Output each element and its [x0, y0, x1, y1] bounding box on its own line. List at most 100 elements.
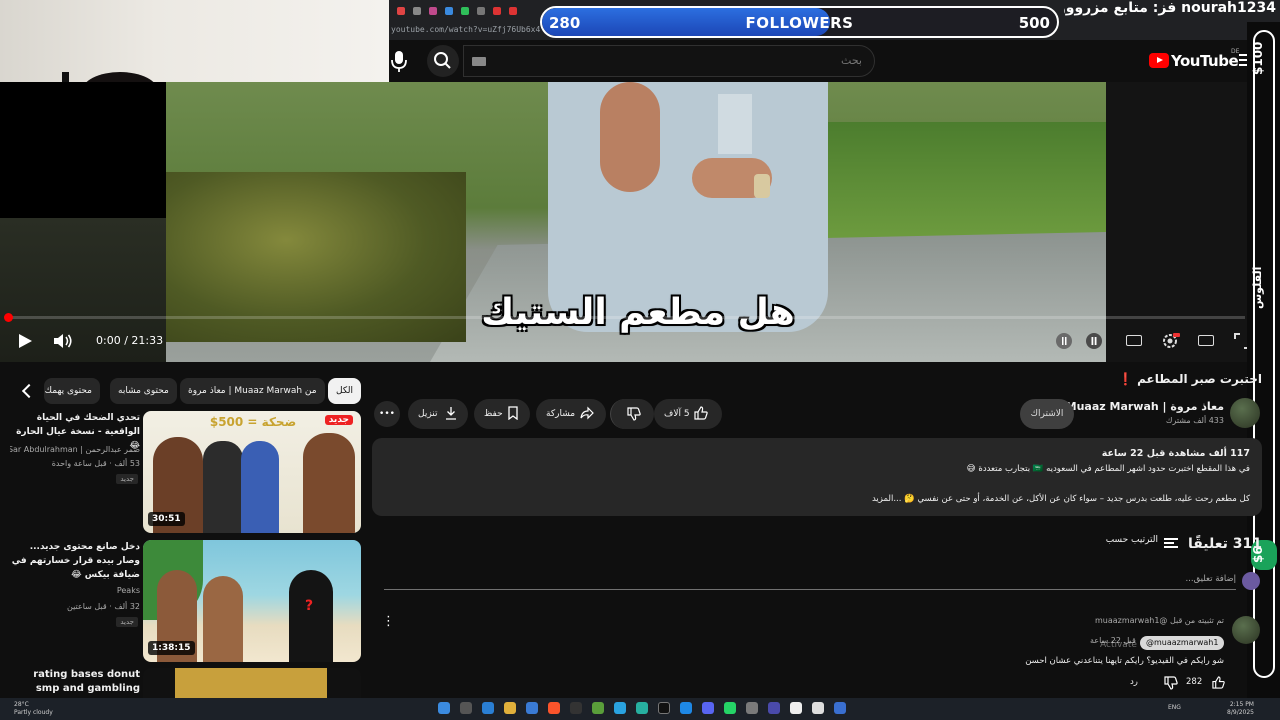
dislike-button[interactable]	[610, 399, 654, 429]
keyboard-icon[interactable]	[472, 57, 486, 66]
comment-like-button[interactable]: 282	[1186, 676, 1226, 690]
tab-favicon[interactable]	[509, 7, 517, 15]
search-button[interactable]	[427, 45, 459, 77]
search-icon[interactable]	[460, 702, 472, 714]
new-badge: جديد	[116, 617, 138, 627]
chip-related[interactable]: محتوى مشابه	[110, 378, 177, 404]
video-description[interactable]: 117 ألف مشاهدة قبل 22 ساعة في هذا المقطع…	[372, 438, 1262, 516]
new-badge: جديد	[116, 474, 138, 484]
store-icon[interactable]	[526, 702, 538, 714]
app-icon[interactable]	[680, 702, 692, 714]
thumbnail-person	[241, 441, 279, 533]
video-player[interactable]: هل مطعم الستيك 0:00 / 21:33	[0, 82, 1247, 362]
tab-favicon[interactable]	[461, 7, 469, 15]
channel-name[interactable]: صمر عبدالرحمن | Sar Abdulrahman	[10, 445, 140, 454]
save-button[interactable]: حفظ	[474, 399, 530, 429]
donation-goal-amount: $100	[1251, 41, 1265, 75]
edge-icon[interactable]	[482, 702, 494, 714]
thumbnail-person	[203, 576, 243, 662]
like-count: 5 آلاف	[664, 409, 690, 419]
subscribe-button[interactable]: الاشتراك	[1020, 399, 1074, 429]
share-button[interactable]: مشاركة	[536, 399, 606, 429]
thumbs-down-icon	[627, 407, 641, 421]
thumbs-down-icon[interactable]	[1164, 676, 1178, 690]
video-duration: 30:51	[148, 512, 185, 526]
tab-favicon[interactable]	[429, 7, 437, 15]
tab-favicon[interactable]	[477, 7, 485, 15]
comment-author-avatar[interactable]	[1232, 616, 1260, 644]
pause-icon[interactable]	[1084, 331, 1104, 351]
minecraft-icon[interactable]	[592, 702, 604, 714]
file-explorer-icon[interactable]	[504, 702, 516, 714]
progress-bar[interactable]	[4, 313, 1245, 322]
google-icon[interactable]	[812, 702, 824, 714]
weather-widget[interactable]: 28°C Partly cloudy	[14, 701, 53, 717]
bookmark-icon	[508, 406, 518, 420]
followers-goal: 500	[1018, 14, 1050, 32]
autoplay-toggle-icon[interactable]	[1054, 331, 1074, 351]
tab-favicon[interactable]	[413, 7, 421, 15]
fullscreen-icon[interactable]	[1232, 331, 1247, 351]
search-icon	[434, 52, 451, 69]
tab-favicon[interactable]	[397, 7, 405, 15]
followers-goal-title: FOLLOWERS	[745, 14, 854, 32]
chip-for-you[interactable]: محتوى يهمك	[44, 378, 100, 404]
followers-current: 280	[549, 14, 581, 32]
obs-icon[interactable]	[570, 702, 582, 714]
weather-desc: Partly cloudy	[14, 709, 53, 716]
app-icon[interactable]	[834, 702, 846, 714]
thumbnail-person	[303, 433, 355, 533]
comment-menu-icon[interactable]: ⋮	[382, 614, 395, 630]
input-language[interactable]: ENG	[1168, 704, 1181, 711]
video-thumbnail[interactable]	[143, 668, 361, 698]
youtube-logo-text: YouTube	[1171, 52, 1239, 70]
telegram-icon[interactable]	[614, 702, 626, 714]
chip-from-channel[interactable]: من Muaaz Marwah | معاذ مروة	[180, 378, 325, 404]
like-button[interactable]: 5 آلاف	[654, 399, 722, 429]
microphone-icon[interactable]	[389, 49, 409, 73]
app-icon[interactable]	[768, 702, 780, 714]
add-comment-input[interactable]: إضافة تعليق...	[384, 574, 1236, 590]
video-stats: 32 ألف · قبل ساعتين	[67, 602, 140, 611]
recommendation-item[interactable]: ضحكة = 500$ جديد 30:51 تحدي الضحك في الح…	[10, 411, 362, 535]
channel-avatar[interactable]	[1230, 398, 1260, 428]
video-title[interactable]: rating bases donut smp and gambling	[10, 668, 140, 696]
tab-favicon[interactable]	[445, 7, 453, 15]
wristwatch	[754, 174, 770, 198]
pinned-label: تم تثبيته من قبل @muaazmarwah1	[1094, 616, 1224, 625]
discord-icon[interactable]	[702, 702, 714, 714]
comment-author[interactable]: @muaazmarwah1	[1140, 636, 1225, 650]
weather-temp: 28°C	[14, 701, 29, 708]
more-actions-button[interactable]: •••	[374, 401, 400, 427]
play-icon[interactable]	[16, 332, 34, 350]
share-icon	[580, 406, 594, 420]
volume-icon[interactable]	[52, 332, 74, 350]
app-icon[interactable]	[636, 702, 648, 714]
sort-comments-button[interactable]: الترتيب حسب	[1096, 534, 1186, 552]
whatsapp-icon[interactable]	[724, 702, 736, 714]
brave-icon[interactable]	[548, 702, 560, 714]
chrome-icon[interactable]	[790, 702, 802, 714]
video-side-area	[1106, 82, 1247, 362]
search-input[interactable]: بحث	[463, 45, 875, 77]
video-stats: 53 ألف · قبل ساعة واحدة	[51, 459, 140, 468]
app-icon[interactable]	[658, 702, 670, 714]
chip-all[interactable]: الكل	[328, 378, 362, 404]
tab-favicon[interactable]	[493, 7, 501, 15]
subtitles-icon[interactable]	[1124, 331, 1144, 351]
settings-gear-icon[interactable]	[1160, 331, 1180, 351]
recommendation-item[interactable]: rating bases donut smp and gambling	[14, 668, 362, 698]
windows-start-icon[interactable]	[438, 702, 450, 714]
reply-button[interactable]: رد	[1130, 677, 1138, 687]
channel-name[interactable]: Peaks	[10, 586, 140, 595]
app-icon[interactable]	[746, 702, 758, 714]
video-title[interactable]: دخل صانع محتوى جديد... وصار بيده قرار خس…	[10, 540, 140, 582]
download-button[interactable]: تنزيل	[408, 399, 468, 429]
comment-text: شو رايكم في الفيديو؟ رايكم تايهنا يتناعد…	[1025, 656, 1224, 666]
recommendation-item[interactable]: ? 1:38:15 دخل صانع محتوى جديد... وصار بي…	[12, 540, 362, 664]
video-title: اختبرت صبر المطاعم ❗	[1118, 372, 1262, 386]
channel-name[interactable]: Muaaz Marwah | معاذ مروة	[1060, 400, 1224, 413]
theater-mode-icon[interactable]	[1196, 331, 1216, 351]
system-clock[interactable]: 2:15 PM 8/9/2025	[1190, 701, 1254, 717]
progress-scrubber[interactable]	[4, 313, 13, 322]
